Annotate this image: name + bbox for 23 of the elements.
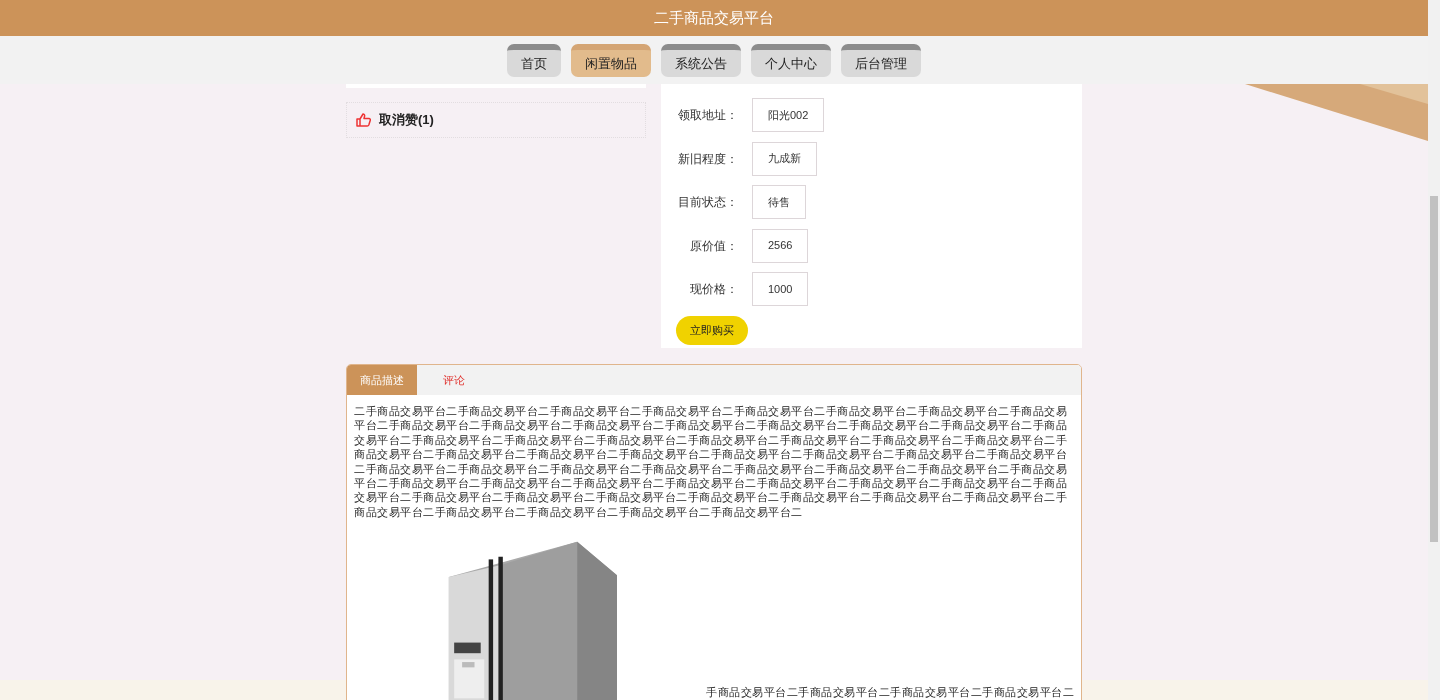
- field-label: 现价格：: [689, 281, 738, 298]
- field-value: 1000: [752, 272, 809, 306]
- nav-tab[interactable]: 系统公告: [661, 44, 741, 77]
- field-value: 九成新: [752, 141, 817, 176]
- nav-tab[interactable]: 闲置物品: [571, 44, 651, 77]
- scrollbar-thumb[interactable]: [1430, 196, 1438, 542]
- description-text: 二手商品交易平台二手商品交易平台二手商品交易平台二手商品交易平台二手商品交易平台二手商品交易平台二手商品交易平台二手商品交易平台二手商品交易平台二手商品交易平台二手商品交易平台二手商品交易平台二手商品交易平台二手商品交易平台二手商品交易平台二手商品交易平台二手商品交易平台二手商品交易平台二手商品交易平台二手商品交易平台二手商品交易平台二手商品交易平台二手商品交易平台二手商品交易平台二手商品交易平台二手商品交易平台二手商品交易平台二手商品交易平台二手商品交易平台二手商品交易平台二手商品交易平台二手商品交易平台二手商品交易平台二手商品交易平台二手商品交易平台二手商品交易平台二手商品交易平台二手商品交易平台二手商品交易平台二手商品交易平台二手商品交易平台二手商品交易平台二手商品交易平台二手商品交易平台二手商品交易平台二手商品交易平台二手商品交易平台二手商品交易平台二手商品交易平台二手商品交易平台二手商品交易平台二手商品交易平台二手商品交易平台二手商品交易平台二手商品交易平台二手商品交易平台二手商品交易平台二手商品交易平台二手商品交易平台二: [354, 404, 1068, 520]
- description-text: 手商品交易平台二手商品交易平台二手商品交易平台二手商品交易平台二: [706, 685, 1074, 700]
- field-value: 阳光002: [752, 98, 825, 132]
- field-label: 领取地址：: [677, 107, 738, 124]
- thumbs-up-icon: [356, 113, 371, 127]
- site-title: 二手商品交易平台: [654, 7, 774, 28]
- like-button[interactable]: 取消赞(1): [346, 102, 646, 138]
- tab[interactable]: 评论: [417, 365, 491, 395]
- nav-tab[interactable]: 后台管理: [841, 44, 921, 77]
- field-label: 新旧程度：: [677, 150, 738, 168]
- field-value: 待售: [752, 185, 806, 219]
- field-label: 目前状态：: [677, 194, 738, 211]
- field-label: 原价值：: [689, 237, 738, 255]
- buy-now-button[interactable]: 立即购买: [676, 316, 748, 345]
- field-value: 2566: [752, 228, 809, 263]
- nav-tab[interactable]: 个人中心: [751, 44, 831, 77]
- nav-tab[interactable]: 首页: [507, 44, 561, 77]
